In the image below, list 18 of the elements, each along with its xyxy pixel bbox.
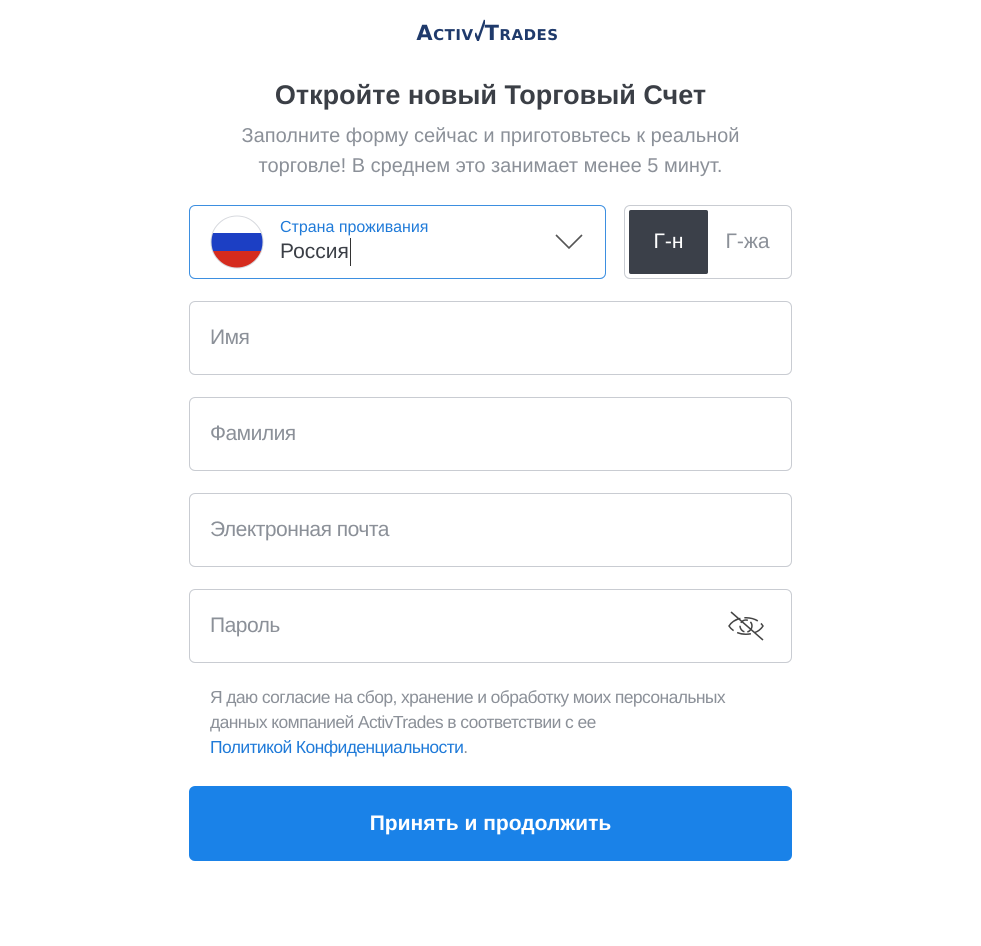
- country-value: Россия: [280, 238, 351, 266]
- page-title: Откройте новый Торговый Счет: [274, 80, 708, 111]
- input-field[interactable]: Имя: [189, 301, 792, 375]
- privacy-policy-link[interactable]: Политикой Конфиденциальности: [210, 737, 464, 757]
- submit-button[interactable]: Принять и продолжить: [189, 786, 792, 861]
- consent-text: Я даю согласие на сбор, хранение и обработку моих персональных данных компанией ActivTrades в соответствии с ее Политикой Конфиденциальности.: [209, 686, 726, 759]
- chevron-down-icon: [555, 234, 583, 250]
- flag-icon: [210, 215, 264, 269]
- input-field[interactable]: Пароль: [189, 589, 792, 663]
- input-field[interactable]: Электронная почта: [189, 493, 792, 567]
- country-label: Страна проживания: [280, 218, 430, 238]
- hidden-eye-icon[interactable]: [726, 610, 766, 642]
- input-field[interactable]: Фамилия: [189, 397, 792, 471]
- salutation-option[interactable]: Г-н: [629, 210, 708, 274]
- country-select[interactable]: Страна проживания Россия: [189, 205, 606, 279]
- logo: ACTIV TRADES: [416, 22, 559, 44]
- subtitle: Заполните форму сейчас и приготовьтесь к реальной торговле! В среднем это занимает менее 5 минут.: [240, 124, 740, 179]
- salutation-option[interactable]: Г-жа: [708, 210, 787, 274]
